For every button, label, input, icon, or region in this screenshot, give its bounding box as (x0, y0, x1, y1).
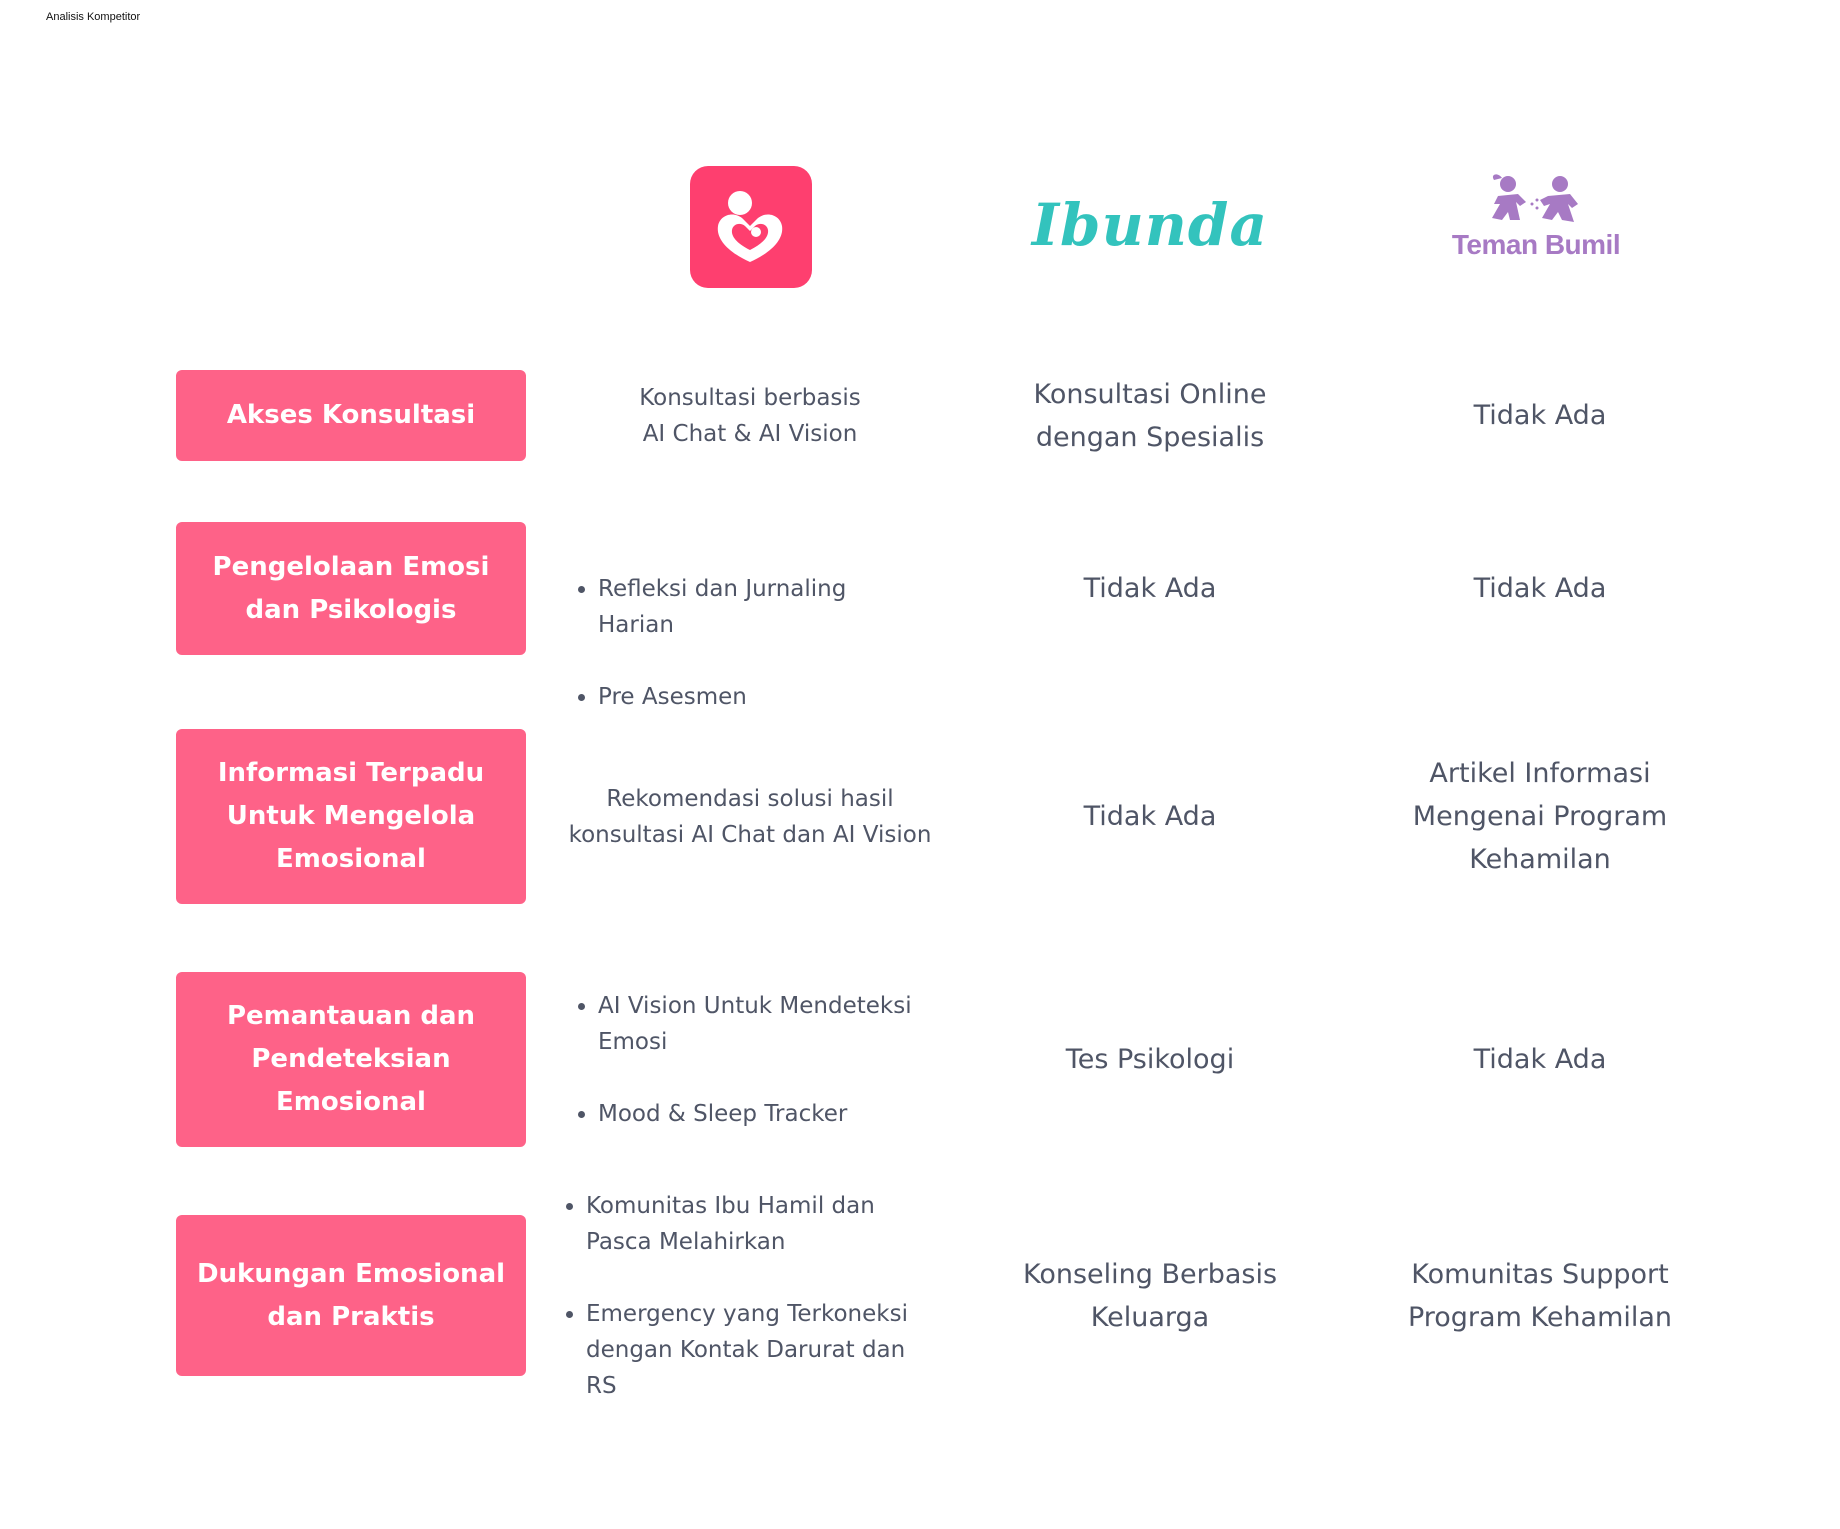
app-logo (690, 166, 812, 288)
app-feature-cell: Konsultasi berbasis AI Chat & AI Vision (639, 384, 861, 447)
bullet-item: AI Vision Untuk Mendeteksi Emosi (598, 988, 928, 1060)
feature-label: Informasi Terpadu Untuk Mengelola Emosio… (176, 729, 526, 904)
teman-bumil-feature-cell: Komunitas Support Program Kehamilan (1407, 1258, 1673, 1333)
app-feature-cell: Komunitas Ibu Hamil dan Pasca Melahirkan… (560, 1193, 940, 1399)
teman-bumil-feature-cell: Artikel Informasi Mengenai Program Keham… (1412, 758, 1668, 875)
feature-label: Dukungan Emosional dan Praktis (176, 1215, 526, 1376)
two-kids-icon (1492, 174, 1578, 222)
app-feature-cell: Refleksi dan Jurnaling Harian Pre Asesme… (560, 522, 940, 710)
teman-bumil-wordmark: Teman Bumil (1451, 229, 1621, 260)
bullet-item: Emergency yang Terkoneksi dengan Kontak … (586, 1296, 940, 1404)
app-feature-cell: AI Vision Untuk Mendeteksi Emosi Mood & … (560, 972, 940, 1147)
bullet-item: Mood & Sleep Tracker (598, 1096, 928, 1132)
feature-label: Akses Konsultasi (176, 370, 526, 461)
feature-label: Pemantauan dan Pendeteksian Emosional (176, 972, 526, 1147)
ibunda-feature-cell: Tidak Ada (1083, 801, 1217, 832)
ibunda-wordmark: Ibunda (1031, 191, 1269, 259)
bullet-item: Refleksi dan Jurnaling Harian (598, 571, 928, 643)
frame-title: Analisis Kompetitor (46, 11, 141, 23)
ibunda-feature-cell: Konsultasi Online dengan Spesialis (1033, 378, 1267, 453)
feature-label: Pengelolaan Emosi dan Psikologis (176, 522, 526, 655)
teman-bumil-feature-cell: Tidak Ada (1473, 573, 1607, 604)
teman-bumil-feature-cell: Tidak Ada (1473, 1044, 1607, 1075)
mother-heart-app-icon (690, 166, 812, 288)
teman-bumil-logo: Teman Bumil (1436, 170, 1636, 270)
bullet-item: Pre Asesmen (598, 679, 928, 715)
bullet-item: Komunitas Ibu Hamil dan Pasca Melahirkan (586, 1188, 940, 1260)
app-feature-cell: Rekomendasi solusi hasil konsultasi AI C… (568, 785, 932, 848)
ibunda-logo: Ibunda (1030, 185, 1270, 275)
ibunda-feature-cell: Tes Psikologi (1065, 1044, 1235, 1075)
ibunda-feature-cell: Tidak Ada (1083, 573, 1217, 604)
ibunda-feature-cell: Konseling Berbasis Keluarga (1022, 1258, 1278, 1333)
teman-bumil-feature-cell: Tidak Ada (1473, 400, 1607, 431)
